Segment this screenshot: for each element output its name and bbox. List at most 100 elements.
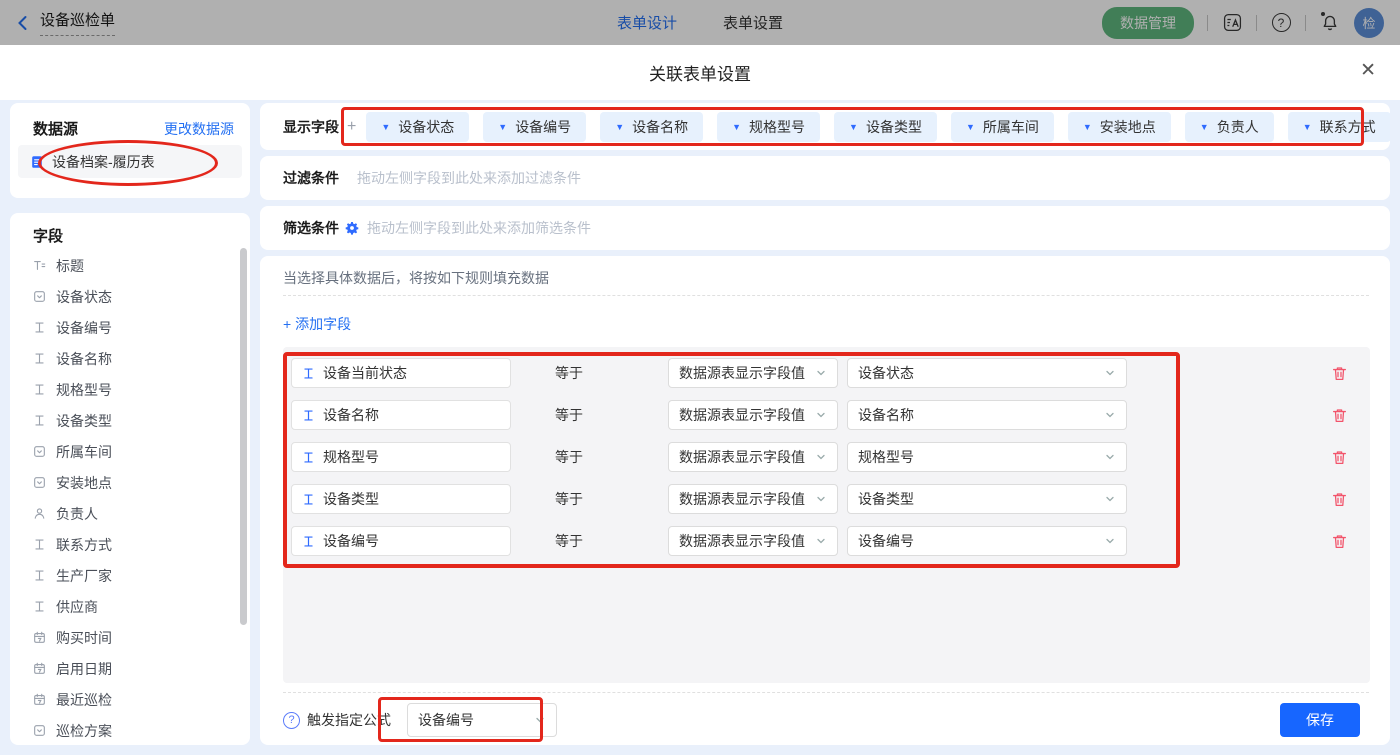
- field-list-item-label: 最近巡检: [56, 690, 112, 710]
- display-field-chip-label: 安装地点: [1100, 117, 1156, 137]
- bell-icon[interactable]: [1319, 12, 1341, 34]
- rule-value-select-value: 设备编号: [858, 531, 914, 551]
- field-list-item-label: 规格型号: [56, 380, 112, 400]
- rule-value-select-value: 设备名称: [858, 405, 914, 425]
- field-list-item[interactable]: 生产厂家: [10, 560, 250, 591]
- field-list-item[interactable]: 规格型号: [10, 374, 250, 405]
- text-input-icon: [302, 493, 315, 506]
- field-list-item[interactable]: 负责人: [10, 498, 250, 529]
- avatar[interactable]: 检: [1354, 8, 1384, 38]
- divider: [283, 295, 1369, 296]
- data-manage-button[interactable]: 数据管理: [1102, 7, 1194, 39]
- help-icon[interactable]: ?: [1270, 12, 1292, 34]
- rule-target-field-label: 设备类型: [323, 489, 379, 509]
- notification-dot: [1321, 12, 1325, 16]
- display-field-chip[interactable]: ▼ 设备状态: [366, 112, 469, 142]
- text-input-icon: [302, 451, 315, 464]
- display-field-chip[interactable]: ▼ 设备编号: [483, 112, 586, 142]
- display-field-chip[interactable]: ▼ 安装地点: [1068, 112, 1171, 142]
- rule-value-select[interactable]: 设备名称: [847, 400, 1127, 430]
- field-list-item[interactable]: 所属车间: [10, 436, 250, 467]
- add-display-field-button[interactable]: +: [347, 118, 356, 136]
- text-input-icon: [302, 409, 315, 422]
- field-list-item-label: 所属车间: [56, 442, 112, 462]
- field-list-item[interactable]: 设备类型: [10, 405, 250, 436]
- delete-rule-button[interactable]: [1331, 449, 1348, 466]
- field-list-item-label: 购买时间: [56, 628, 112, 648]
- delete-rule-button[interactable]: [1331, 365, 1348, 382]
- field-list-item[interactable]: 供应商: [10, 591, 250, 622]
- field-list-item[interactable]: 设备状态: [10, 281, 250, 312]
- tab-form-design[interactable]: 表单设计: [617, 12, 677, 33]
- display-field-chip[interactable]: ▼ 负责人: [1185, 112, 1274, 142]
- tab-form-settings[interactable]: 表单设置: [723, 12, 783, 33]
- back-button[interactable]: [16, 15, 28, 31]
- screening-dropzone-placeholder[interactable]: 拖动左侧字段到此处来添加筛选条件: [367, 218, 591, 238]
- field-list-item-label: 供应商: [56, 597, 98, 617]
- chevron-down-icon: [1104, 409, 1116, 421]
- delete-rule-button[interactable]: [1331, 533, 1348, 550]
- field-list-item[interactable]: 设备编号: [10, 312, 250, 343]
- display-field-chip[interactable]: ▼ 设备名称: [600, 112, 703, 142]
- rule-value-select[interactable]: 设备状态: [847, 358, 1127, 388]
- close-icon[interactable]: ✕: [1360, 61, 1376, 80]
- field-list-item[interactable]: 购买时间: [10, 622, 250, 653]
- field-list-item[interactable]: 最近巡检: [10, 684, 250, 715]
- select-icon: [33, 290, 46, 303]
- save-button[interactable]: 保存: [1280, 703, 1360, 737]
- rule-target-field[interactable]: 规格型号: [291, 442, 511, 472]
- field-list-item[interactable]: 联系方式: [10, 529, 250, 560]
- divider: [1256, 15, 1257, 31]
- field-list-item[interactable]: 巡检方案: [10, 715, 250, 745]
- modal-header: 关联表单设置 ✕: [0, 45, 1400, 100]
- trigger-formula-select[interactable]: 设备编号: [407, 703, 557, 737]
- display-field-chip[interactable]: ▼ 联系方式: [1288, 112, 1390, 142]
- delete-rule-button[interactable]: [1331, 407, 1348, 424]
- help-circle-icon[interactable]: ?: [283, 712, 300, 729]
- rule-value-select[interactable]: 规格型号: [847, 442, 1127, 472]
- field-list-item[interactable]: 设备名称: [10, 343, 250, 374]
- chevron-down-icon: ▼: [1303, 122, 1312, 132]
- equals-label: 等于: [555, 531, 615, 551]
- rule-target-field[interactable]: 设备名称: [291, 400, 511, 430]
- display-field-chip[interactable]: ▼ 设备类型: [834, 112, 937, 142]
- modal-body: 数据源 更改数据源 设备档案-履历表 字段: [0, 100, 1400, 755]
- field-list-item[interactable]: 标题: [10, 250, 250, 281]
- calendar-icon: [33, 631, 46, 644]
- form-title[interactable]: 设备巡检单: [40, 9, 115, 36]
- datasource-selected-item[interactable]: 设备档案-履历表: [18, 145, 242, 178]
- datasource-selected-label: 设备档案-履历表: [52, 152, 155, 172]
- field-list-item-label: 启用日期: [56, 659, 112, 679]
- display-field-chip[interactable]: ▼ 所属车间: [951, 112, 1054, 142]
- screening-conditions-panel: 筛选条件 拖动左侧字段到此处来添加筛选条件: [260, 206, 1390, 250]
- field-list-item[interactable]: 安装地点: [10, 467, 250, 498]
- add-field-link[interactable]: + 添加字段: [283, 314, 351, 334]
- person-icon: [33, 507, 46, 520]
- rule-value-select[interactable]: 设备编号: [847, 526, 1127, 556]
- rule-target-field[interactable]: 设备编号: [291, 526, 511, 556]
- rule-source-select[interactable]: 数据源表显示字段值: [668, 400, 838, 430]
- rule-target-field-label: 设备当前状态: [323, 363, 407, 383]
- rule-value-select[interactable]: 设备类型: [847, 484, 1127, 514]
- equals-label: 等于: [555, 447, 615, 467]
- filter-dropzone-placeholder[interactable]: 拖动左侧字段到此处来添加过滤条件: [357, 168, 581, 188]
- rule-source-select[interactable]: 数据源表显示字段值: [668, 442, 838, 472]
- text-input-icon: [33, 383, 46, 396]
- field-list-item[interactable]: 启用日期: [10, 653, 250, 684]
- rule-target-field[interactable]: 设备类型: [291, 484, 511, 514]
- display-field-chip[interactable]: ▼ 规格型号: [717, 112, 820, 142]
- delete-rule-button[interactable]: [1331, 491, 1348, 508]
- language-icon[interactable]: [1221, 12, 1243, 34]
- rule-source-select[interactable]: 数据源表显示字段值: [668, 526, 838, 556]
- change-datasource-link[interactable]: 更改数据源: [164, 119, 234, 139]
- display-field-chips: ▼ 设备状态 ▼ 设备编号 ▼ 设备名称: [366, 112, 1390, 142]
- rule-source-select[interactable]: 数据源表显示字段值: [668, 358, 838, 388]
- select-icon: [33, 724, 46, 737]
- rule-row: 设备名称 等于 数据源表显示字段值 设备名称: [291, 400, 1362, 430]
- gear-icon[interactable]: [345, 221, 359, 235]
- field-list-item-label: 巡检方案: [56, 721, 112, 741]
- rule-target-field[interactable]: 设备当前状态: [291, 358, 511, 388]
- fields-scrollbar[interactable]: [240, 248, 247, 625]
- rule-source-select[interactable]: 数据源表显示字段值: [668, 484, 838, 514]
- chevron-down-icon: [534, 714, 546, 726]
